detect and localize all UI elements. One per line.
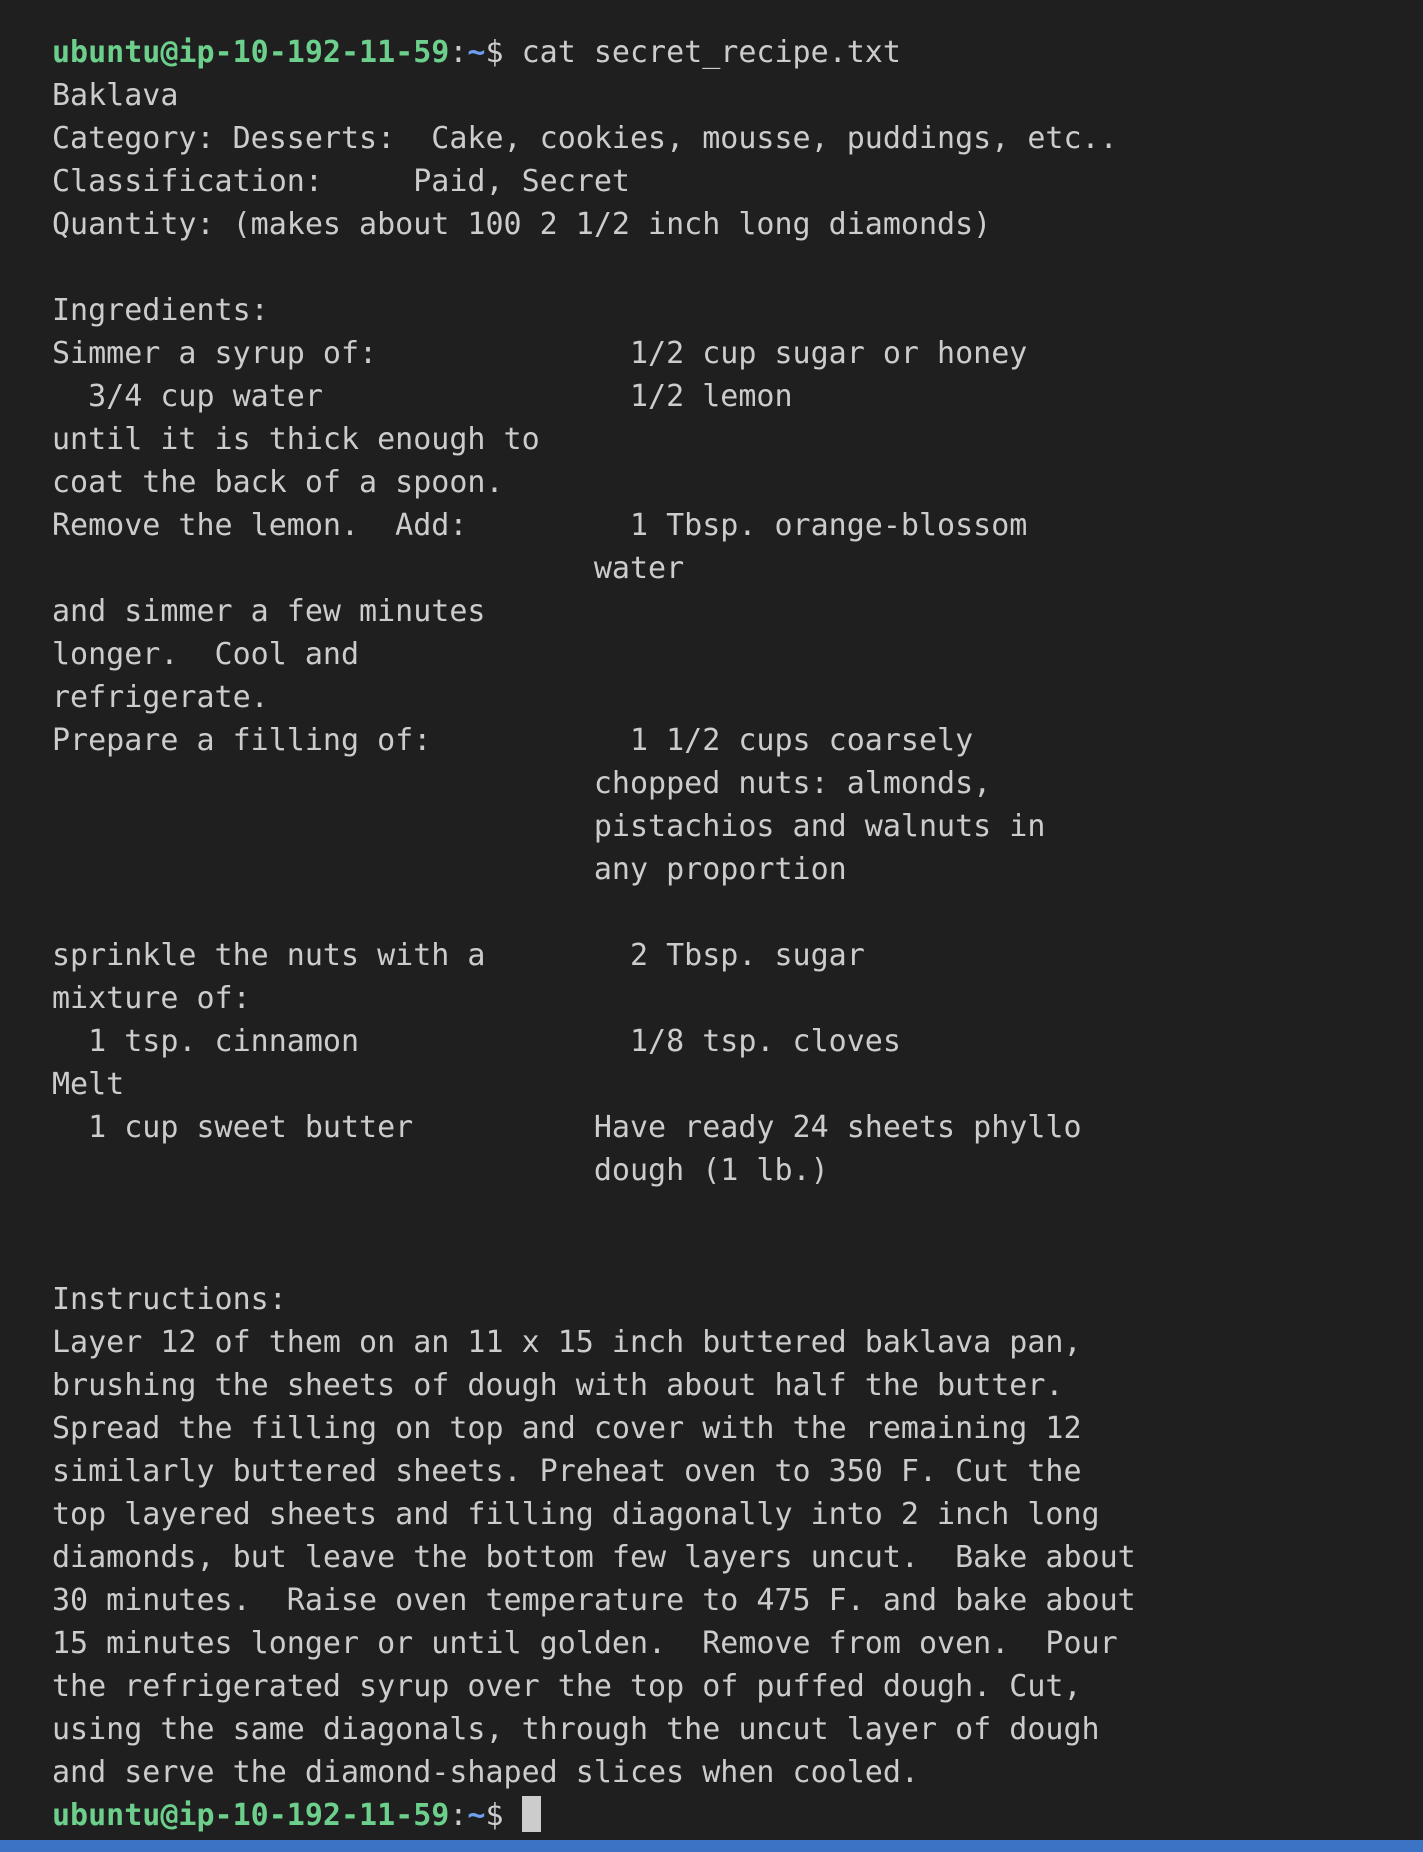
prompt-symbol: $ xyxy=(485,1798,522,1833)
output-line: 3/4 cup water 1/2 lemon xyxy=(52,379,793,414)
prompt-path: ~ xyxy=(467,1798,486,1833)
prompt-user-host: ubuntu@ip-10-192-11-59 xyxy=(52,35,450,70)
text-cursor[interactable] xyxy=(521,1796,541,1832)
active-prompt-line[interactable]: ubuntu@ip-10-192-11-59:~$ xyxy=(52,1794,1423,1837)
output-line: refrigerate. xyxy=(52,680,269,715)
output-line: Instructions: xyxy=(52,1282,287,1317)
status-bar xyxy=(0,1840,1423,1852)
output-line: until it is thick enough to xyxy=(52,422,540,457)
output-line: 15 minutes longer or until golden. Remov… xyxy=(52,1626,1118,1661)
output-line: Ingredients: xyxy=(52,293,269,328)
output-line: sprinkle the nuts with a 2 Tbsp. sugar xyxy=(52,938,865,973)
output-line: Simmer a syrup of: 1/2 cup sugar or hone… xyxy=(52,336,1028,371)
prompt-path: ~ xyxy=(467,35,486,70)
command-output: Baklava Category: Desserts: Cake, cookies… xyxy=(52,74,1423,1794)
output-line: longer. Cool and xyxy=(52,637,360,672)
command-line: ubuntu@ip-10-192-11-59:~$ cat secret_rec… xyxy=(52,31,1423,74)
output-line: water xyxy=(52,551,685,586)
output-line: and simmer a few minutes xyxy=(52,594,486,629)
output-line: 1 cup sweet butter Have ready 24 sheets … xyxy=(52,1110,1082,1145)
output-line: the refrigerated syrup over the top of p… xyxy=(52,1669,1082,1704)
output-line: 30 minutes. Raise oven temperature to 47… xyxy=(52,1583,1136,1618)
output-line: 1 tsp. cinnamon 1/8 tsp. cloves xyxy=(52,1024,901,1059)
output-line: top layered sheets and filling diagonall… xyxy=(52,1497,1100,1532)
output-line: Category: Desserts: Cake, cookies, mouss… xyxy=(52,121,1118,156)
output-line: Baklava xyxy=(52,78,179,113)
output-line: chopped nuts: almonds, xyxy=(52,766,992,801)
output-line: Melt xyxy=(52,1067,125,1102)
output-line: brushing the sheets of dough with about … xyxy=(52,1368,1064,1403)
output-line: any proportion xyxy=(52,852,847,887)
command-text: cat secret_recipe.txt xyxy=(521,35,901,70)
prompt-separator: : xyxy=(449,1798,468,1833)
output-line: pistachios and walnuts in xyxy=(52,809,1046,844)
output-line: Quantity: (makes about 100 2 1/2 inch lo… xyxy=(52,207,992,242)
output-line: dough (1 lb.) xyxy=(52,1153,829,1188)
output-line: diamonds, but leave the bottom few layer… xyxy=(52,1540,1136,1575)
output-line: similarly buttered sheets. Preheat oven … xyxy=(52,1454,1082,1489)
output-line: using the same diagonals, through the un… xyxy=(52,1712,1100,1747)
output-line: Prepare a filling of: 1 1/2 cups coarsel… xyxy=(52,723,974,758)
output-line: Remove the lemon. Add: 1 Tbsp. orange-bl… xyxy=(52,508,1028,543)
terminal-window[interactable]: ubuntu@ip-10-192-11-59:~$ cat secret_rec… xyxy=(0,0,1423,1840)
output-line: and serve the diamond-shaped slices when… xyxy=(52,1755,919,1790)
output-line: mixture of: xyxy=(52,981,251,1016)
output-line: Classification: Paid, Secret xyxy=(52,164,630,199)
output-line: Layer 12 of them on an 11 x 15 inch butt… xyxy=(52,1325,1082,1360)
output-line: coat the back of a spoon. xyxy=(52,465,504,500)
prompt-symbol: $ xyxy=(485,35,522,70)
prompt-user-host: ubuntu@ip-10-192-11-59 xyxy=(52,1798,450,1833)
output-line: Spread the filling on top and cover with… xyxy=(52,1411,1082,1446)
prompt-separator: : xyxy=(449,35,468,70)
